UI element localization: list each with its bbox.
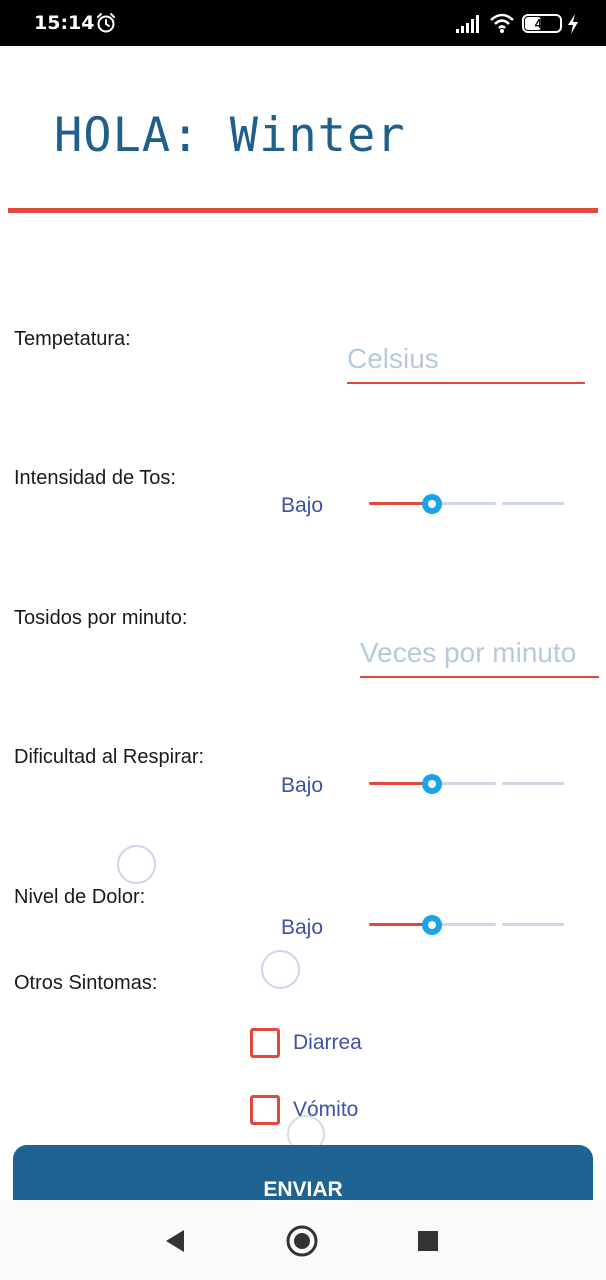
submit-button[interactable]: ENVIAR [13, 1145, 593, 1205]
back-icon[interactable] [158, 1224, 192, 1258]
cough-intensity-label: Intensidad de Tos: [14, 467, 176, 489]
coughs-per-minute-input[interactable] [360, 637, 599, 669]
breathing-difficulty-label: Dificultad al Respirar: [14, 746, 205, 768]
slider-thumb[interactable] [422, 774, 442, 794]
breathing-difficulty-slider[interactable] [366, 772, 566, 796]
other-symptoms-label: Otros Sintomas: [14, 972, 158, 994]
temperature-field[interactable] [347, 343, 585, 384]
slider-track [440, 782, 496, 785]
navigation-bar [0, 1200, 606, 1280]
home-icon[interactable] [285, 1224, 319, 1258]
temperature-input[interactable] [347, 343, 585, 375]
slider-thumb[interactable] [422, 494, 442, 514]
coughs-per-minute-field[interactable] [360, 637, 599, 678]
diarrea-checkbox[interactable] [250, 1028, 280, 1058]
touch-ripple [117, 845, 156, 884]
battery-percent: 45 [534, 16, 550, 31]
diarrea-label: Diarrea [293, 1031, 362, 1054]
recents-icon[interactable] [411, 1224, 445, 1258]
coughs-per-minute-label: Tosidos por minuto: [14, 607, 188, 629]
alarm-icon [97, 13, 115, 33]
pain-level-value: Bajo [281, 916, 324, 939]
temperature-label: Tempetatura: [14, 328, 131, 350]
status-bar: 15:14 45 [0, 0, 606, 46]
signal-icon [456, 15, 479, 33]
header-divider [8, 208, 598, 213]
pain-level-slider[interactable] [366, 913, 566, 937]
touch-ripple [261, 950, 300, 989]
vomito-checkbox[interactable] [250, 1095, 280, 1125]
slider-track [440, 923, 496, 926]
slider-track [502, 502, 564, 505]
breathing-difficulty-value: Bajo [281, 774, 324, 797]
cough-intensity-slider[interactable] [366, 492, 566, 516]
greeting-title: HOLA: Winter [54, 108, 406, 163]
slider-thumb[interactable] [422, 915, 442, 935]
cough-intensity-value: Bajo [281, 494, 324, 517]
charging-icon [568, 14, 578, 34]
slider-track [502, 923, 564, 926]
slider-track [440, 502, 496, 505]
wifi-icon [490, 13, 514, 33]
diarrea-option[interactable]: Diarrea [250, 1027, 362, 1059]
status-time: 15:14 [34, 12, 95, 34]
slider-track [502, 782, 564, 785]
battery-icon: 45 [522, 14, 562, 33]
pain-level-label: Nivel de Dolor: [14, 886, 146, 908]
